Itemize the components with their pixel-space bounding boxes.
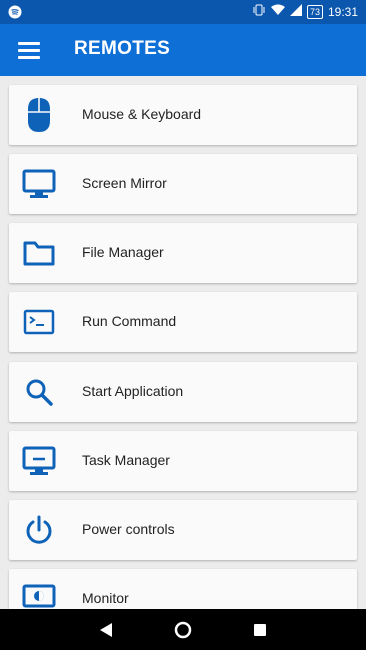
hamburger-icon	[18, 41, 40, 45]
menu-button[interactable]	[12, 37, 46, 63]
brightness-monitor-icon	[21, 581, 57, 609]
terminal-icon	[21, 304, 57, 340]
wifi-icon	[270, 4, 285, 19]
remote-item-task-manager[interactable]: Task Manager	[9, 431, 357, 491]
remote-label: Monitor	[82, 590, 129, 606]
signal-icon	[289, 4, 302, 19]
remote-item-start-application[interactable]: Start Application	[9, 362, 357, 422]
monitor-icon	[21, 166, 57, 202]
remote-item-mouse-keyboard[interactable]: Mouse & Keyboard	[9, 85, 357, 145]
navigation-bar	[0, 609, 366, 650]
remote-label: Power controls	[82, 521, 175, 537]
remote-item-power-controls[interactable]: Power controls	[9, 500, 357, 560]
recents-button[interactable]	[250, 620, 270, 640]
search-icon	[21, 374, 57, 410]
remote-label: Task Manager	[82, 452, 170, 468]
remote-item-screen-mirror[interactable]: Screen Mirror	[9, 154, 357, 214]
remote-label: File Manager	[82, 244, 164, 260]
remote-item-monitor[interactable]: Monitor	[9, 569, 357, 609]
page-title: REMOTES	[74, 38, 171, 59]
spotify-notification-icon	[8, 5, 22, 22]
status-bar: 73 19:31	[0, 0, 366, 24]
remote-label: Start Application	[82, 383, 184, 399]
remote-label: Run Command	[82, 313, 177, 329]
home-button[interactable]	[173, 620, 193, 640]
back-button[interactable]	[96, 620, 116, 640]
mouse-icon	[21, 97, 57, 133]
remote-label: Mouse & Keyboard	[82, 106, 202, 122]
folder-icon	[21, 235, 57, 271]
clock: 19:31	[327, 4, 358, 19]
battery-indicator: 73	[306, 4, 323, 19]
remote-item-run-command[interactable]: Run Command	[9, 292, 357, 352]
task-manager-icon	[21, 443, 57, 479]
remote-label: Screen Mirror	[82, 175, 167, 191]
power-icon	[21, 512, 57, 548]
app-bar: REMOTES	[0, 24, 366, 76]
remote-item-file-manager[interactable]: File Manager	[9, 223, 357, 283]
vibrate-icon	[252, 4, 266, 19]
remotes-list: Mouse & Keyboard Screen Mirror File Mana…	[0, 76, 366, 609]
